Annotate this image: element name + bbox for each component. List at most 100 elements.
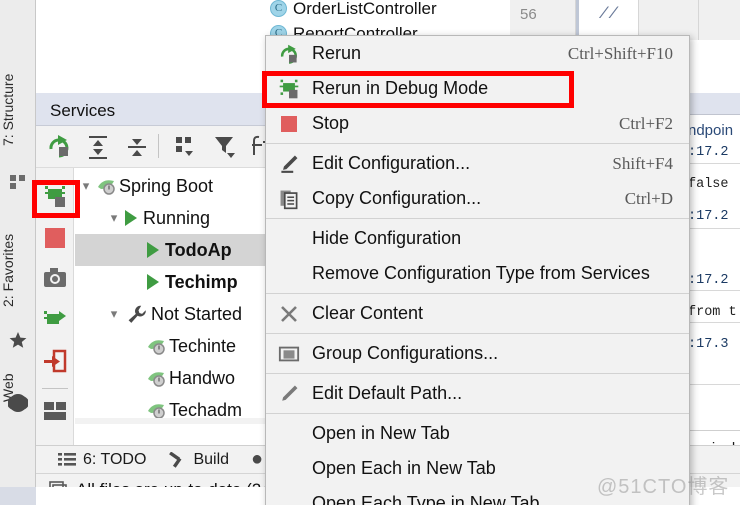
- menu-item-clear-content[interactable]: Clear Content: [266, 296, 689, 331]
- bottom-left-corner: [0, 487, 36, 505]
- filter-icon[interactable]: [212, 133, 238, 159]
- editor-gutter: 56 //: [510, 0, 740, 40]
- camera-icon[interactable]: [42, 265, 68, 291]
- menu-item-label: Copy Configuration...: [312, 188, 482, 208]
- menu-item-label: Remove Configuration Type from Services: [312, 263, 650, 283]
- log-line: :17.2: [688, 209, 729, 224]
- right-pane-tab-label[interactable]: ndpoin: [688, 122, 733, 139]
- menu-item-label: Hide Configuration: [312, 228, 462, 248]
- menu-item-rerun-in-debug-mode[interactable]: Rerun in Debug Mode: [266, 71, 689, 106]
- page-title: Services: [50, 101, 116, 120]
- bottom-tab-label: 6: TODO: [83, 450, 147, 468]
- layout-settings-icon[interactable]: [42, 398, 68, 424]
- debug-rerun-icon[interactable]: [42, 183, 68, 209]
- run-icon: [147, 242, 159, 258]
- menu-item-hide-configuration[interactable]: Hide Configuration: [266, 221, 689, 256]
- debug-icon: [266, 78, 312, 100]
- todo-icon: [58, 452, 76, 466]
- log-line: from t: [688, 305, 737, 320]
- log-line: :17.2: [688, 273, 729, 288]
- log-line: false: [688, 177, 729, 192]
- log-output: :17.2 false :17.2 :17.2 from t :17.3: [686, 145, 740, 410]
- menu-item-stop[interactable]: Stop Ctrl+F2: [266, 106, 689, 141]
- completion-label: OrderListController: [293, 0, 437, 18]
- stop-icon[interactable]: [42, 225, 68, 251]
- spring-icon: [148, 404, 165, 419]
- divider: [686, 228, 740, 229]
- wrench-icon: [128, 305, 146, 323]
- copy-icon: [266, 188, 312, 210]
- bottom-tab-build[interactable]: Build: [168, 451, 229, 469]
- rerun-icon[interactable]: [46, 133, 72, 159]
- chevron-down-icon[interactable]: ▾: [103, 306, 125, 322]
- menu-item-group-configurations[interactable]: Group Configurations...: [266, 336, 689, 371]
- chevron-down-icon[interactable]: ▾: [75, 178, 97, 194]
- menu-item-label: Rerun in Debug Mode: [312, 78, 489, 98]
- comment-token: //: [579, 0, 639, 40]
- structure-icon: [10, 175, 25, 189]
- menu-item-remove-configuration-type[interactable]: Remove Configuration Type from Services: [266, 256, 689, 291]
- divider: [42, 388, 68, 389]
- tree-node-label: Handwo: [169, 367, 236, 388]
- menu-item-rerun[interactable]: Rerun Ctrl+Shift+F10: [266, 36, 689, 71]
- ide-window: C OrderListController C ReportController…: [0, 0, 740, 505]
- bottom-tab-todo[interactable]: 6: TODO: [58, 451, 146, 469]
- menu-item-label: Edit Default Path...: [312, 383, 463, 403]
- menu-item-edit-default-path[interactable]: Edit Default Path...: [266, 376, 689, 411]
- menu-item-label: Group Configurations...: [312, 343, 499, 363]
- class-badge-icon: C: [270, 0, 287, 17]
- tree-node-label: Techimp: [165, 271, 238, 292]
- pencil-icon: [266, 153, 312, 175]
- star-icon: [9, 332, 27, 348]
- context-menu[interactable]: Rerun Ctrl+Shift+F10 Rerun in Debug Mode…: [265, 35, 690, 505]
- menu-separator: [266, 333, 689, 334]
- chevron-down-icon[interactable]: ▾: [103, 210, 125, 226]
- stop-icon: [266, 114, 312, 134]
- run-icon: [125, 210, 137, 226]
- left-tool-strip: 7: Structure 2: Favorites Web: [0, 0, 36, 487]
- menu-separator: [266, 143, 689, 144]
- right-pane-tabstrip[interactable]: [686, 93, 740, 115]
- folder-icon: [266, 344, 312, 364]
- divider: [686, 322, 740, 323]
- divider: [686, 384, 740, 385]
- spring-icon: [148, 340, 165, 355]
- menu-item-shortcut: Ctrl+Shift+F10: [567, 43, 673, 63]
- list-item[interactable]: C OrderListController: [270, 0, 520, 21]
- divider: [158, 134, 159, 158]
- export-icon[interactable]: [42, 348, 68, 374]
- menu-item-open-in-new-tab[interactable]: Open in New Tab: [266, 416, 689, 451]
- tree-node-label: Spring Boot: [119, 175, 214, 196]
- log-line: :17.2: [688, 145, 729, 160]
- tree-node-label: Running: [143, 207, 211, 228]
- menu-item-copy-configuration[interactable]: Copy Configuration... Ctrl+D: [266, 181, 689, 216]
- watermark: @51CTO博客: [597, 476, 730, 498]
- menu-item-shortcut: Ctrl+F2: [619, 113, 673, 133]
- layout-icon[interactable]: [172, 133, 198, 159]
- menu-item-label: Open in New Tab: [312, 423, 450, 443]
- close-icon: [266, 304, 312, 324]
- menu-item-edit-configuration[interactable]: Edit Configuration... Shift+F4: [266, 146, 689, 181]
- attach-debugger-icon[interactable]: [42, 307, 68, 333]
- sidebar-item-structure[interactable]: 7: Structure: [0, 55, 36, 165]
- menu-item-label: Stop: [312, 113, 350, 133]
- collapse-all-icon[interactable]: [124, 133, 150, 159]
- menu-item-label: Clear Content: [312, 303, 424, 323]
- menu-item-shortcut: Shift+F4: [612, 153, 673, 173]
- divider: [686, 430, 740, 431]
- menu-item-label: Edit Configuration...: [312, 153, 471, 173]
- divider: [686, 163, 740, 164]
- hammer-icon: [169, 451, 182, 468]
- rerun-icon: [266, 43, 312, 65]
- expand-all-icon[interactable]: [85, 133, 111, 159]
- sidebar-item-favorites[interactable]: 2: Favorites: [0, 215, 36, 325]
- menu-separator: [266, 413, 689, 414]
- menu-item-shortcut: Ctrl+D: [624, 188, 673, 208]
- tree-node-label: Techinte: [169, 335, 237, 356]
- line-number: 56: [510, 0, 576, 40]
- spring-icon: [148, 372, 165, 387]
- tree-node-label: TodoAp: [165, 239, 232, 260]
- bottom-tab-more-icon[interactable]: ●: [251, 448, 263, 471]
- gutter-cell: [699, 0, 740, 40]
